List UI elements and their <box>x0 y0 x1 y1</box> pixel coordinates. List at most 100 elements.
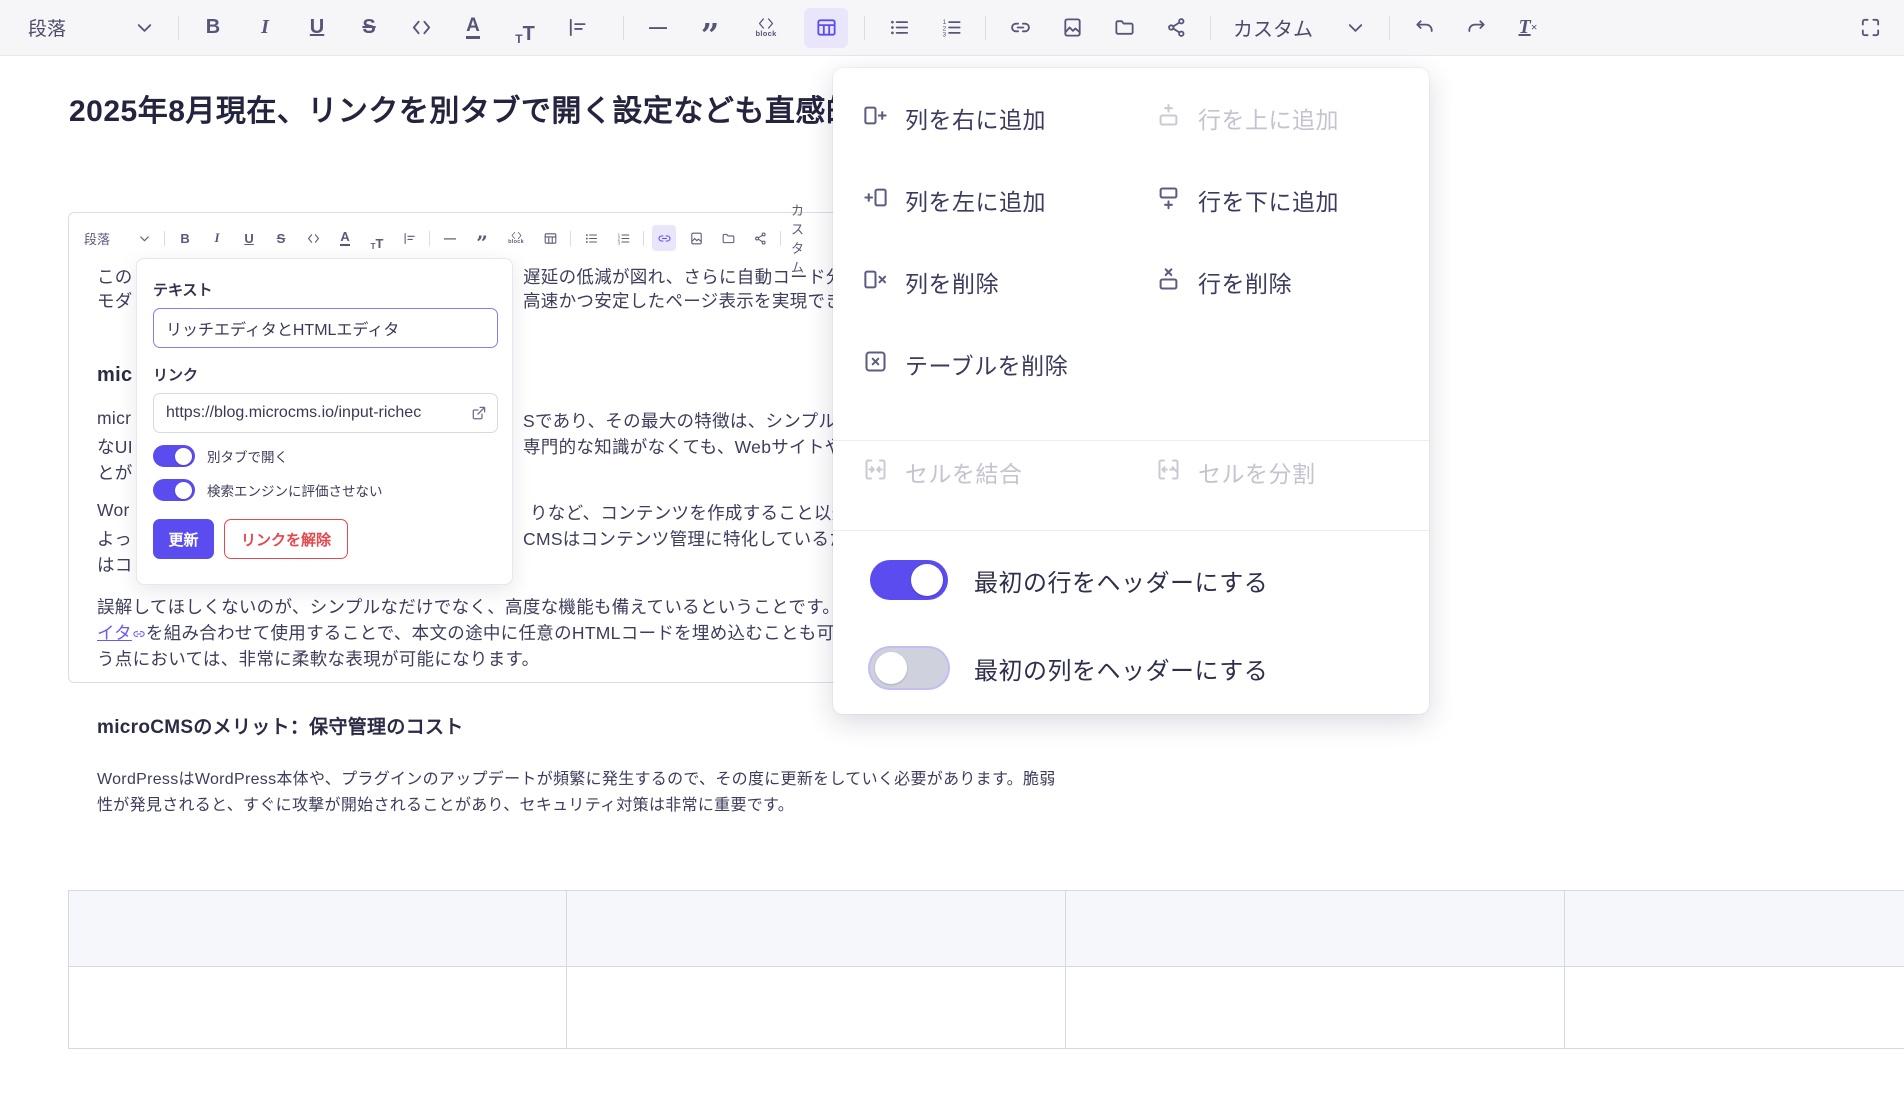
custom-select: カスタム <box>791 225 815 251</box>
embedded-text: Wor <box>97 500 130 521</box>
embedded-text: モダ <box>97 288 133 313</box>
text-color-button: A <box>340 230 349 246</box>
embedded-text: とが <box>97 460 133 485</box>
bullet-list-button <box>579 225 603 251</box>
link-text-input[interactable] <box>153 308 498 348</box>
italic-button: I <box>205 225 229 251</box>
svg-text:3: 3 <box>942 32 946 39</box>
folder-button[interactable] <box>1106 10 1142 46</box>
menu-item-delete-table[interactable]: テーブルを削除 <box>862 342 1068 386</box>
open-new-tab-label: 別タブで開く <box>207 446 288 466</box>
open-new-tab-toggle[interactable] <box>153 445 195 467</box>
bold-button: B <box>173 225 197 251</box>
embedded-text: う点においては、非常に柔軟な表現が可能になります。 <box>97 646 539 671</box>
document-heading[interactable]: 2025年8月現在、リンクを別タブで開く設定なども直感的 <box>69 86 856 130</box>
text-field-label: テキスト <box>153 279 496 300</box>
toolbar-separator <box>1389 16 1390 40</box>
link-popup: テキスト リンク 別タブで開く 検索エンジンに評価させない 更新 リンクを解除 <box>136 258 513 585</box>
table-cell[interactable] <box>567 967 1066 1049</box>
unlink-button[interactable]: リンクを解除 <box>224 519 348 559</box>
embedded-subheading: mic <box>97 364 132 387</box>
no-index-toggle[interactable] <box>153 479 195 501</box>
share-button[interactable] <box>1158 10 1194 46</box>
inline-link[interactable]: イタ <box>97 623 132 643</box>
menu-item-add-row-below[interactable]: 行を下に追加 <box>1155 178 1339 222</box>
add-column-left-icon <box>862 184 889 216</box>
table-cell[interactable] <box>1066 967 1565 1049</box>
link-url-input[interactable] <box>153 393 498 433</box>
inline-code-button[interactable] <box>403 10 439 46</box>
chevron-down-icon[interactable] <box>1337 10 1373 46</box>
embedded-text: はコ <box>97 552 133 577</box>
horizontal-rule-button[interactable]: — <box>640 10 676 46</box>
fullscreen-button[interactable] <box>1852 10 1888 46</box>
body-paragraph-line[interactable]: WordPressはWordPress本体や、プラグインのアップデートが頻繁に発… <box>97 765 1056 789</box>
inline-code-button <box>301 225 325 251</box>
underline-button: U <box>237 225 261 251</box>
bold-button[interactable]: B <box>195 10 231 46</box>
menu-item-delete-column[interactable]: 列を削除 <box>862 260 999 304</box>
block-type-select: 段落 <box>84 225 110 251</box>
undo-button[interactable] <box>1406 10 1442 46</box>
table-body-row <box>69 967 1904 1049</box>
first-column-header-toggle[interactable] <box>870 648 948 688</box>
delete-row-icon <box>1155 266 1182 298</box>
clear-format-button[interactable]: T× <box>1510 10 1546 46</box>
body-paragraph-line[interactable]: 性が発見されると、すぐに攻撃が開始されることがあり、セキュリティ対策は非常に重要… <box>97 791 794 815</box>
font-size-button: TT <box>365 225 389 251</box>
embedded-text-with-link: イタを組み合わせて使用することで、本文の途中に任意のHTMLコードを埋め込むこと… <box>97 620 922 645</box>
menu-item-add-column-left[interactable]: 列を左に追加 <box>862 178 1046 222</box>
image-button <box>684 225 708 251</box>
quote-button: ” <box>470 220 494 256</box>
table-cell[interactable] <box>69 967 567 1049</box>
toolbar-separator <box>864 16 865 40</box>
ordered-list-button[interactable]: 123 <box>933 10 969 46</box>
menu-item-add-row-above: 行を上に追加 <box>1155 96 1339 140</box>
table-cell[interactable] <box>567 891 1066 967</box>
add-column-right-icon <box>862 102 889 134</box>
menu-item-add-column-right[interactable]: 列を右に追加 <box>862 96 1046 140</box>
strikethrough-button[interactable]: S <box>351 10 387 46</box>
font-size-button[interactable]: TT <box>507 10 543 46</box>
table-cell[interactable] <box>1066 891 1565 967</box>
link-field-label: リンク <box>153 364 496 385</box>
align-button <box>397 225 421 251</box>
table-cell[interactable] <box>69 891 567 967</box>
custom-select[interactable]: カスタム <box>1233 10 1313 46</box>
add-row-above-icon <box>1155 102 1182 134</box>
external-link-icon[interactable] <box>470 404 488 427</box>
text-color-button[interactable]: A <box>466 16 480 39</box>
embedded-text: 誤解してほしくないのが、シンプルなだけでなく、高度な機能も備えているということで… <box>97 594 928 619</box>
bullet-list-button[interactable] <box>881 10 917 46</box>
image-button[interactable] <box>1054 10 1090 46</box>
delete-table-icon <box>862 348 889 380</box>
svg-text:3: 3 <box>617 240 620 245</box>
first-row-header-toggle[interactable] <box>870 560 948 600</box>
italic-button[interactable]: I <box>247 10 283 46</box>
embedded-text: なUI <box>97 434 133 459</box>
link-button[interactable] <box>1002 10 1038 46</box>
toolbar-separator <box>1210 16 1211 40</box>
table-button[interactable] <box>804 8 848 48</box>
redo-button[interactable] <box>1458 10 1494 46</box>
menu-item-delete-row[interactable]: 行を削除 <box>1155 260 1292 304</box>
code-block-button[interactable]: block <box>744 10 788 46</box>
section-heading[interactable]: microCMSのメリット：保守管理のコスト <box>97 712 464 739</box>
menu-item-split-cell: セルを分割 <box>1155 450 1316 494</box>
chevron-down-icon[interactable] <box>126 10 162 46</box>
table-cell[interactable] <box>1565 891 1904 967</box>
folder-button <box>716 225 740 251</box>
block-type-select[interactable]: 段落 <box>28 10 66 46</box>
menu-divider <box>833 440 1429 441</box>
table-cell[interactable] <box>1565 967 1904 1049</box>
chevron-down-icon <box>132 225 156 251</box>
table-header-row <box>69 891 1904 967</box>
align-button[interactable] <box>559 10 595 46</box>
delete-column-icon <box>862 266 889 298</box>
embedded-text: この <box>97 264 133 289</box>
update-button[interactable]: 更新 <box>153 519 214 559</box>
add-row-below-icon <box>1155 184 1182 216</box>
underline-button[interactable]: U <box>299 10 335 46</box>
content-table[interactable] <box>68 890 1904 1049</box>
quote-button[interactable]: ” <box>692 3 728 53</box>
